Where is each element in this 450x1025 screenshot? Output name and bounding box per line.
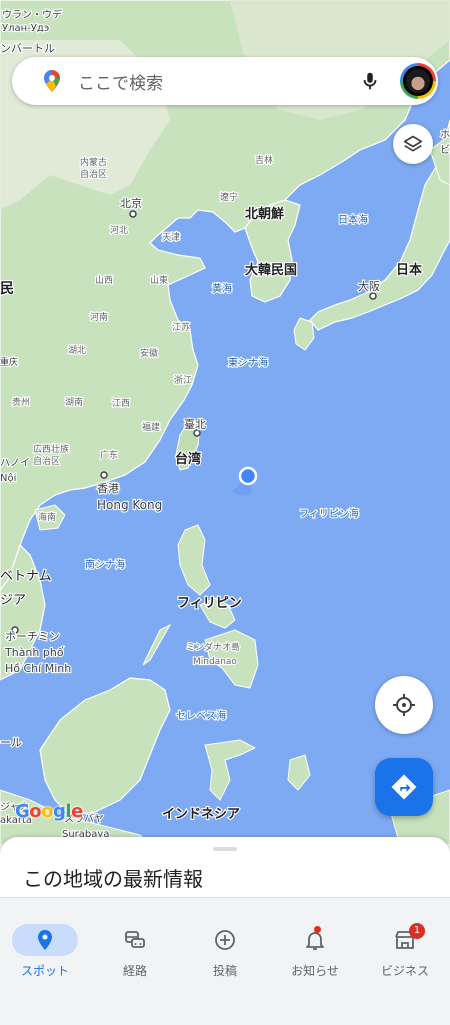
sheet-title: この地域の最新情報 xyxy=(23,867,203,891)
map-label: 大阪 xyxy=(358,279,380,293)
nav-item-updates[interactable]: お知らせ xyxy=(270,910,360,978)
map-label: 南シナ海 xyxy=(85,558,125,571)
map-label: 浙江 xyxy=(174,374,192,386)
map-label: 日本海 xyxy=(338,213,368,226)
map-label: 安徽 xyxy=(140,347,158,359)
my-location-button[interactable] xyxy=(375,676,433,734)
map-label: 日本 xyxy=(396,262,422,278)
map-label: Hong Kong xyxy=(97,498,162,512)
microphone-icon[interactable] xyxy=(359,70,381,92)
map-label: Nội xyxy=(0,472,16,484)
map-label: 黄海 xyxy=(212,282,232,295)
map-label: 北朝鮮 xyxy=(245,206,284,222)
search-input[interactable]: ここで検索 xyxy=(78,69,163,94)
map-label: 广东 xyxy=(100,449,118,461)
map-label: 吉林 xyxy=(255,154,273,166)
map-label: 台湾 xyxy=(175,451,201,467)
map-label: ジア xyxy=(0,593,26,608)
map-label: フィリピン xyxy=(177,596,242,611)
nav-item-commute[interactable]: 経路 xyxy=(90,910,180,978)
map-label: 北京 xyxy=(120,196,142,210)
google-maps-pin-icon xyxy=(44,70,60,92)
sheet-drag-handle[interactable] xyxy=(213,847,237,851)
map-label: ホ xyxy=(440,129,450,141)
map-label: ベトナム xyxy=(0,569,52,584)
city-dot-beijing xyxy=(129,210,137,218)
map-label: ウラン・ウデ xyxy=(2,8,62,21)
bottom-navigation: スポット 経路 投稿 お知らせ 1 ビジネス xyxy=(0,897,450,1025)
map-label: 民 xyxy=(0,281,14,297)
map-label: 湖南 xyxy=(65,396,83,408)
map-label: Mindanao xyxy=(193,657,237,667)
map-label: ール xyxy=(0,736,22,749)
layers-icon xyxy=(403,135,423,152)
map-label: ハノイ xyxy=(0,458,30,469)
map-label: 河南 xyxy=(90,311,108,323)
notification-badge: 1 xyxy=(409,923,425,939)
map-label: 湖北 xyxy=(68,345,86,356)
map-label: 江西 xyxy=(112,398,130,409)
search-bar[interactable]: ここで検索 xyxy=(12,57,438,105)
map-label: 東シナ海 xyxy=(228,356,268,369)
nav-label: 経路 xyxy=(122,964,147,978)
map-label: セレベス海 xyxy=(176,709,226,722)
nav-item-business[interactable]: 1 ビジネス xyxy=(360,910,450,978)
location-pin-icon xyxy=(38,930,52,950)
map-label: 山西 xyxy=(95,275,113,286)
my-location-dot xyxy=(238,466,258,486)
map-label: 香港 xyxy=(97,482,119,495)
map-label: 大韓民国 xyxy=(245,262,297,278)
directions-icon xyxy=(391,774,417,800)
map-label: Thành phố xyxy=(4,646,64,659)
map-label: 海南 xyxy=(38,511,56,523)
city-dot-hongkong xyxy=(100,471,108,479)
commute-icon xyxy=(125,931,145,948)
map-label: 重庆 xyxy=(0,356,18,368)
map-label: 天津 xyxy=(162,232,180,243)
nav-label: ビジネス xyxy=(380,964,429,978)
directions-button[interactable] xyxy=(375,758,433,816)
map-label: ビ xyxy=(440,144,450,156)
layers-button[interactable] xyxy=(393,124,433,164)
map-label: 広西壮族 xyxy=(33,443,69,455)
bottom-sheet[interactable]: この地域の最新情報 xyxy=(0,837,450,897)
map-label: 贵州 xyxy=(12,396,30,408)
map-label: 自治区 xyxy=(33,455,60,467)
notification-dot xyxy=(314,926,321,933)
map-label: 江苏 xyxy=(172,321,190,333)
nav-label: 投稿 xyxy=(212,964,237,978)
map-label: インドネシア xyxy=(162,807,240,822)
map-label: Улан-Удэ xyxy=(2,23,49,34)
nav-label: お知らせ xyxy=(291,964,339,978)
map-label: 遼宁 xyxy=(220,191,238,203)
map-label: 山東 xyxy=(150,274,168,286)
map-label: ミンダナオ島 xyxy=(186,641,240,653)
google-logo: Google xyxy=(15,801,83,822)
nav-item-explore[interactable]: スポット xyxy=(0,910,90,978)
map-label: ホーチミン xyxy=(5,630,60,643)
map-label: フィリピン海 xyxy=(299,507,359,520)
map-label: ンバートル xyxy=(0,42,55,55)
city-dot-osaka xyxy=(369,292,377,300)
account-avatar[interactable] xyxy=(400,63,436,99)
nav-label: スポット xyxy=(20,964,69,978)
crosshair-icon xyxy=(393,694,415,716)
nav-item-contribute[interactable]: 投稿 xyxy=(180,910,270,978)
map-label: 河北 xyxy=(110,224,128,236)
map-label: Hồ Chí Minh xyxy=(5,662,71,675)
add-circle-icon xyxy=(215,930,235,950)
map-label: 福建 xyxy=(142,421,160,433)
map-label: 臺北 xyxy=(184,417,206,431)
map-label: 自治区 xyxy=(80,168,107,180)
map-label: 内蒙古 xyxy=(80,156,107,168)
